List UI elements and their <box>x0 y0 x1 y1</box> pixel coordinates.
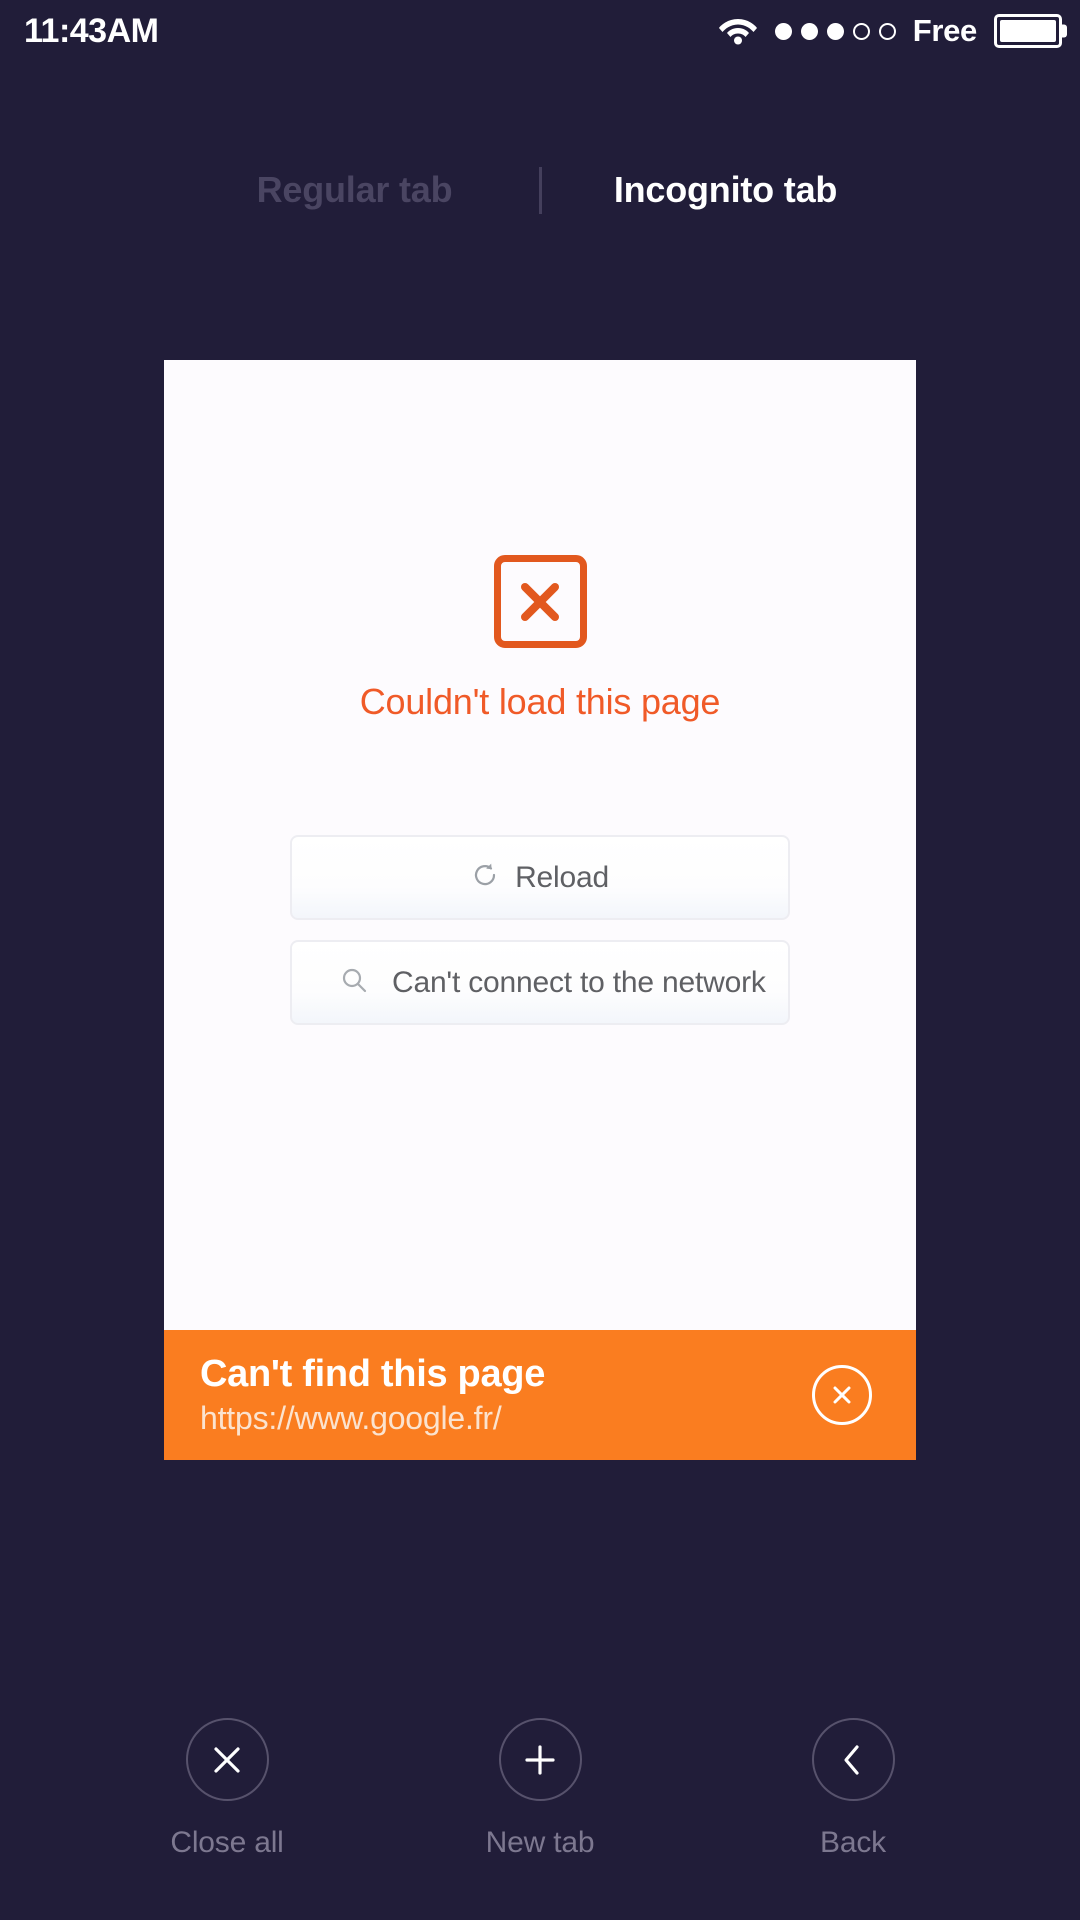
banner-url: https://www.google.fr/ <box>200 1400 502 1436</box>
page-error-banner: Can't find this page https://www.google.… <box>164 1330 916 1460</box>
reload-icon <box>471 861 499 894</box>
back-button[interactable]: Back <box>753 1718 953 1860</box>
browser-tab-switcher-screen: 11:43AM Free Regular tab Incognito tab C… <box>0 0 1080 1920</box>
plus-icon <box>498 1718 582 1801</box>
chevron-left-icon <box>811 1718 895 1801</box>
battery-fill <box>1000 20 1056 42</box>
carrier-name: Free <box>912 13 978 48</box>
signal-dot <box>774 22 792 40</box>
bottom-navigation-bar: Close all New tab Back <box>0 1718 1080 1860</box>
battery-icon <box>994 14 1062 48</box>
network-search-label: Can't connect to the network <box>392 965 766 999</box>
wifi-icon <box>718 13 758 50</box>
tab-divider <box>538 166 542 214</box>
error-x-box-icon <box>493 555 587 648</box>
page-error-block: Couldn't load this page <box>164 555 916 723</box>
reload-button[interactable]: Reload <box>290 835 790 920</box>
close-circle-icon[interactable] <box>812 1365 872 1425</box>
signal-dot <box>852 22 870 40</box>
new-tab-button[interactable]: New tab <box>440 1718 640 1860</box>
reload-button-label: Reload <box>515 860 609 894</box>
signal-dot <box>826 22 844 40</box>
banner-text-block: Can't find this page https://www.google.… <box>200 1353 812 1437</box>
page-error-message: Couldn't load this page <box>359 681 721 722</box>
signal-dot <box>800 22 818 40</box>
tab-preview-card[interactable]: Couldn't load this page Reload Can't con… <box>164 360 916 1460</box>
search-icon <box>340 966 368 999</box>
back-label: Back <box>820 1826 886 1859</box>
banner-title: Can't find this page <box>200 1353 546 1395</box>
tab-switcher-bar: Regular tab Incognito tab <box>0 160 1080 220</box>
new-tab-label: New tab <box>485 1826 595 1859</box>
tab-incognito[interactable]: Incognito tab <box>576 169 876 211</box>
status-bar: 11:43AM Free <box>0 0 1080 62</box>
page-error-actions: Reload Can't connect to the network <box>164 835 916 1025</box>
status-indicators: Free <box>718 13 1062 50</box>
status-time: 11:43AM <box>24 11 159 50</box>
close-all-label: Close all <box>170 1826 284 1859</box>
network-search-field[interactable]: Can't connect to the network <box>290 940 790 1025</box>
signal-dot <box>878 22 896 40</box>
tab-regular[interactable]: Regular tab <box>205 169 505 211</box>
close-icon <box>185 1718 269 1801</box>
close-all-button[interactable]: Close all <box>127 1718 327 1860</box>
page-content: Couldn't load this page Reload Can't con… <box>164 360 916 1330</box>
signal-strength-dots <box>774 22 896 40</box>
